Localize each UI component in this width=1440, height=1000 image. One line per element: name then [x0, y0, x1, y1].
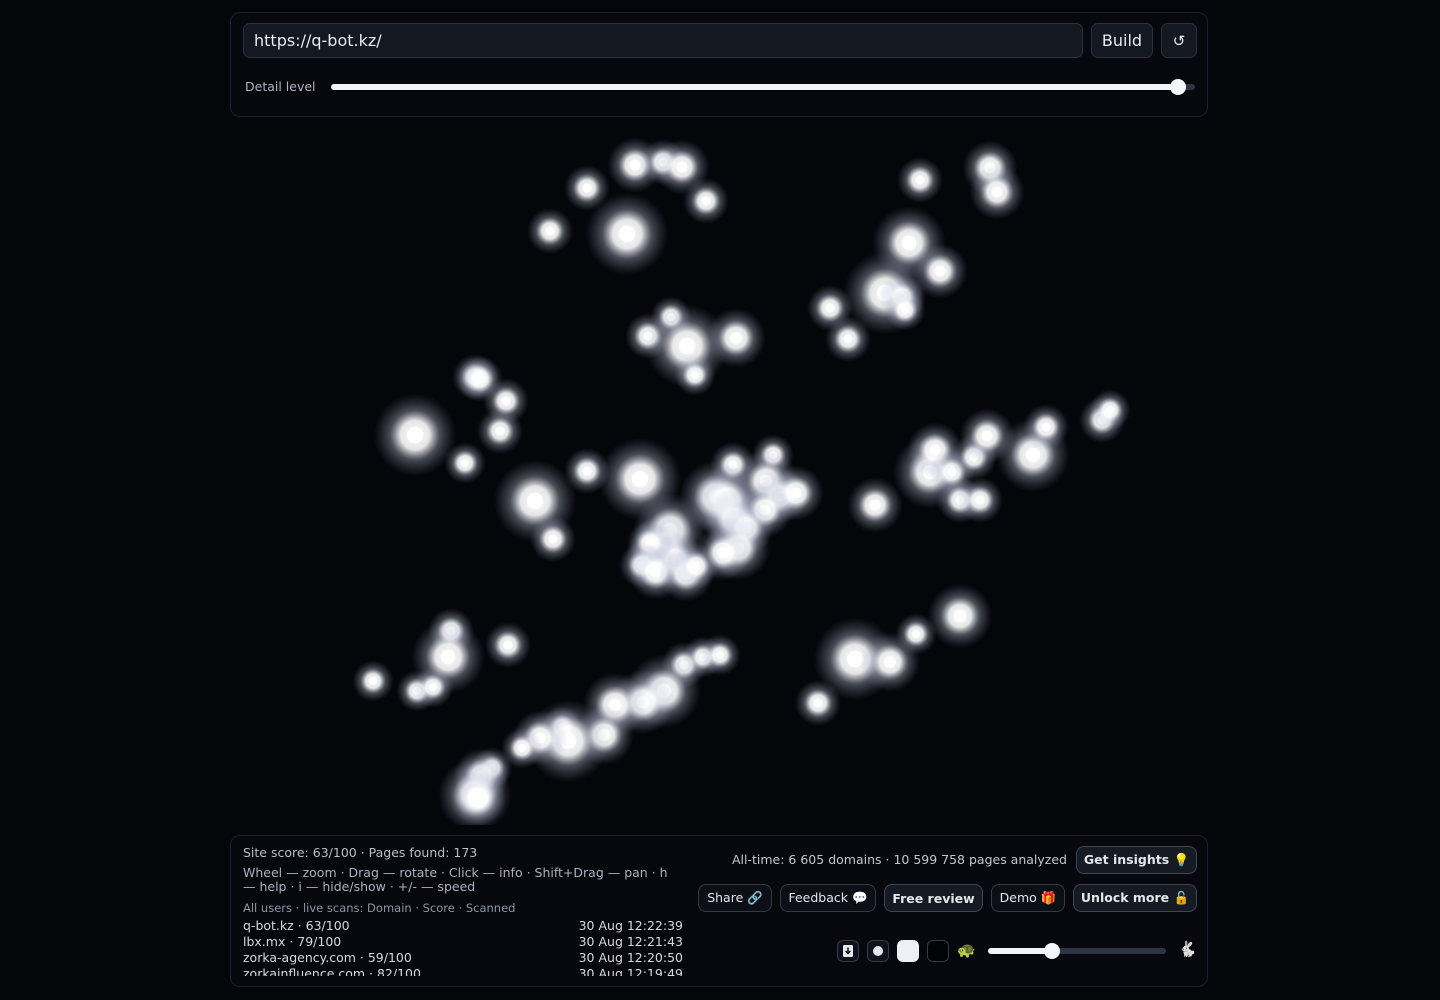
share-button[interactable]: Share 🔗 [698, 884, 772, 912]
graph-node[interactable] [501, 396, 511, 406]
graph-node[interactable] [503, 640, 513, 650]
site-stats: Site score: 63/100 · Pages found: 173 [243, 845, 478, 860]
scan-row[interactable]: zorkainfluence.com · 82/100 30 Aug 12:19… [243, 966, 683, 976]
graph-node[interactable] [911, 629, 921, 639]
speed-thumb[interactable] [1044, 943, 1061, 959]
graph-node[interactable] [1105, 405, 1115, 415]
graph-node[interactable] [428, 682, 438, 692]
graph-node[interactable] [629, 159, 641, 171]
scan-row[interactable]: q-bot.kz · 63/100 30 Aug 12:22:39 [243, 918, 683, 934]
graph-node[interactable] [915, 175, 925, 185]
graph-node[interactable] [730, 332, 742, 344]
graph-node[interactable] [631, 470, 649, 488]
graph-node[interactable] [991, 186, 1003, 198]
get-insights-button[interactable]: Get insights 💡 [1076, 846, 1197, 874]
graph-nodes[interactable] [352, 137, 1131, 825]
reset-icon: ↺ [1172, 31, 1186, 50]
graph-node[interactable] [495, 426, 505, 436]
scan-domain: zorka-agency.com · 59/100 [243, 950, 412, 965]
graph-node[interactable] [934, 265, 946, 277]
graph-node[interactable] [526, 492, 544, 510]
graph-node[interactable] [717, 547, 729, 559]
graph-node[interactable] [475, 374, 485, 384]
graph-node[interactable] [884, 656, 896, 668]
dot-style-button[interactable] [867, 940, 889, 962]
controls-panel: Build ↺ Detail level [230, 12, 1208, 117]
download-button[interactable] [837, 940, 859, 962]
detail-level-label: Detail level [245, 79, 316, 94]
graph-node[interactable] [440, 649, 456, 665]
demo-button[interactable]: Demo 🎁 [991, 884, 1065, 912]
graph-node[interactable] [1041, 422, 1051, 432]
graph-node[interactable] [900, 305, 910, 315]
speed-fill [988, 948, 1053, 954]
graph-node[interactable] [843, 334, 853, 344]
dot-icon [873, 946, 883, 956]
free-review-button[interactable]: Free review [884, 884, 983, 912]
url-input[interactable] [243, 23, 1083, 58]
feedback-button[interactable]: Feedback 💬 [780, 884, 876, 912]
light-theme-button[interactable] [897, 940, 919, 962]
graph-node[interactable] [813, 698, 823, 708]
scan-domain: q-bot.kz · 63/100 [243, 918, 350, 933]
graph-node[interactable] [975, 495, 985, 505]
graph-node[interactable] [406, 426, 424, 444]
turtle-icon: 🐢 [957, 941, 976, 959]
scan-time: 30 Aug 12:19:49 [578, 966, 683, 976]
detail-level-fill [331, 84, 1178, 90]
help-text: Wheel — zoom · Drag — rotate · Click — i… [243, 865, 668, 894]
graph-node[interactable] [901, 235, 917, 251]
live-scans-list: q-bot.kz · 63/100 30 Aug 12:22:39 lbx.mx… [243, 918, 683, 976]
graph-node[interactable] [1025, 447, 1041, 463]
graph-node[interactable] [790, 487, 802, 499]
graph-node[interactable] [676, 161, 688, 173]
graph-node[interactable] [548, 534, 558, 544]
graph-node[interactable] [460, 458, 470, 468]
scan-row[interactable]: zorka-agency.com · 59/100 30 Aug 12:20:5… [243, 950, 683, 966]
scan-time: 30 Aug 12:20:50 [578, 950, 683, 965]
dark-theme-button[interactable] [927, 940, 949, 962]
graph-node[interactable] [825, 303, 835, 313]
rabbit-icon: 🐇 [1178, 940, 1197, 958]
graph-node[interactable] [869, 499, 881, 511]
graph-node[interactable] [472, 792, 484, 804]
unlock-more-button[interactable]: Unlock more 🔓 [1073, 884, 1197, 912]
graph-node[interactable] [953, 609, 967, 623]
graph-node[interactable] [368, 676, 378, 686]
download-icon [843, 945, 853, 957]
graph-node[interactable] [517, 743, 527, 753]
graph-node[interactable] [701, 196, 711, 206]
site-graph[interactable] [230, 125, 1208, 825]
graph-node[interactable] [582, 183, 592, 193]
info-panel: Site score: 63/100 · Pages found: 173 Wh… [230, 835, 1208, 987]
alltime-stats: All-time: 6 605 domains · 10 599 758 pag… [732, 852, 1067, 867]
build-button[interactable]: Build [1091, 23, 1153, 58]
graph-node[interactable] [691, 561, 701, 571]
graph-node[interactable] [981, 430, 993, 442]
scan-time: 30 Aug 12:21:43 [578, 934, 683, 949]
detail-level-thumb[interactable] [1169, 79, 1186, 95]
scan-domain: lbx.mx · 79/100 [243, 934, 342, 949]
scan-time: 30 Aug 12:22:39 [578, 918, 683, 933]
reset-button[interactable]: ↺ [1161, 23, 1197, 58]
graph-node[interactable] [690, 370, 700, 380]
detail-level-slider[interactable] [331, 79, 1195, 95]
graph-node[interactable] [618, 225, 636, 243]
light-mode-icon [904, 947, 912, 955]
speed-slider[interactable] [988, 943, 1166, 959]
live-scans-header: All users · live scans: Domain · Score ·… [243, 901, 516, 915]
graph-node[interactable] [545, 226, 555, 236]
scan-row[interactable]: lbx.mx · 79/100 30 Aug 12:21:43 [243, 934, 683, 950]
graph-node[interactable] [582, 466, 592, 476]
graph-node[interactable] [678, 337, 696, 355]
graph-node[interactable] [715, 650, 725, 660]
scan-domain: zorkainfluence.com · 82/100 [243, 966, 421, 976]
dark-mode-icon [934, 947, 942, 955]
